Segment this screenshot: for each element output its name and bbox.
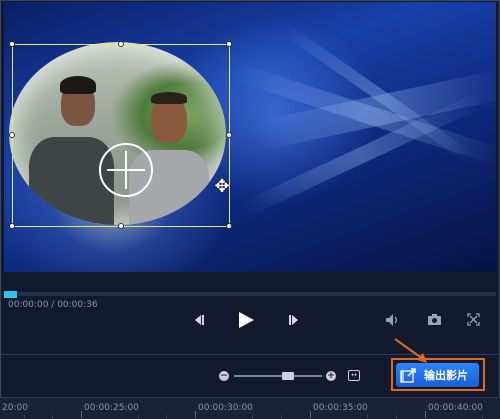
ruler-label: 00:00:40:00: [428, 403, 483, 413]
export-movie-button[interactable]: 输出影片: [396, 363, 479, 387]
zoom-slider-track[interactable]: [234, 375, 322, 377]
camera-icon[interactable]: [427, 313, 442, 326]
resize-handle-top[interactable]: [118, 41, 124, 47]
resize-handle-bottom[interactable]: [118, 223, 124, 229]
step-back-icon[interactable]: [192, 313, 206, 327]
volume-icon[interactable]: [385, 313, 401, 327]
zoom-out-button[interactable]: −: [219, 371, 229, 381]
resize-handle-bottom-right[interactable]: [226, 223, 232, 229]
ruler-label: 20:00: [2, 403, 28, 413]
total-time: 00:00:36: [57, 300, 98, 310]
ruler-tick: [310, 411, 311, 418]
resize-handle-bottom-left[interactable]: [9, 223, 15, 229]
playback-progress-thumb[interactable]: [4, 291, 17, 298]
export-button-label: 输出影片: [424, 369, 468, 382]
fit-timeline-icon[interactable]: ↔: [348, 370, 360, 381]
ruler-tick: [425, 411, 426, 418]
zoom-in-button[interactable]: +: [326, 371, 336, 381]
overlay-selection-box[interactable]: [9, 41, 232, 229]
time-readout: 00:00:00 / 00:00:36: [8, 300, 98, 310]
resize-handle-top-right[interactable]: [226, 41, 232, 47]
playback-progress-track[interactable]: [4, 292, 496, 296]
zoom-slider-thumb[interactable]: [282, 372, 294, 380]
resize-handle-left[interactable]: [9, 132, 15, 138]
export-icon: [400, 368, 416, 383]
play-icon[interactable]: [237, 311, 255, 329]
move-cursor-icon: ✥: [214, 176, 230, 197]
ruler-label: 00:00:25:00: [84, 403, 139, 413]
fullscreen-icon[interactable]: [467, 313, 480, 326]
video-preview[interactable]: ✥: [4, 2, 496, 272]
ruler-label: 00:00:35:00: [313, 403, 368, 413]
resize-handle-top-left[interactable]: [9, 41, 15, 47]
ruler-tick: [195, 411, 196, 418]
step-forward-icon[interactable]: [287, 313, 301, 327]
ruler-label: 00:00:30:00: [198, 403, 253, 413]
time-separator: /: [48, 300, 58, 310]
current-time: 00:00:00: [8, 300, 49, 310]
resize-handle-right[interactable]: [226, 132, 232, 138]
ruler-tick: [81, 411, 82, 418]
